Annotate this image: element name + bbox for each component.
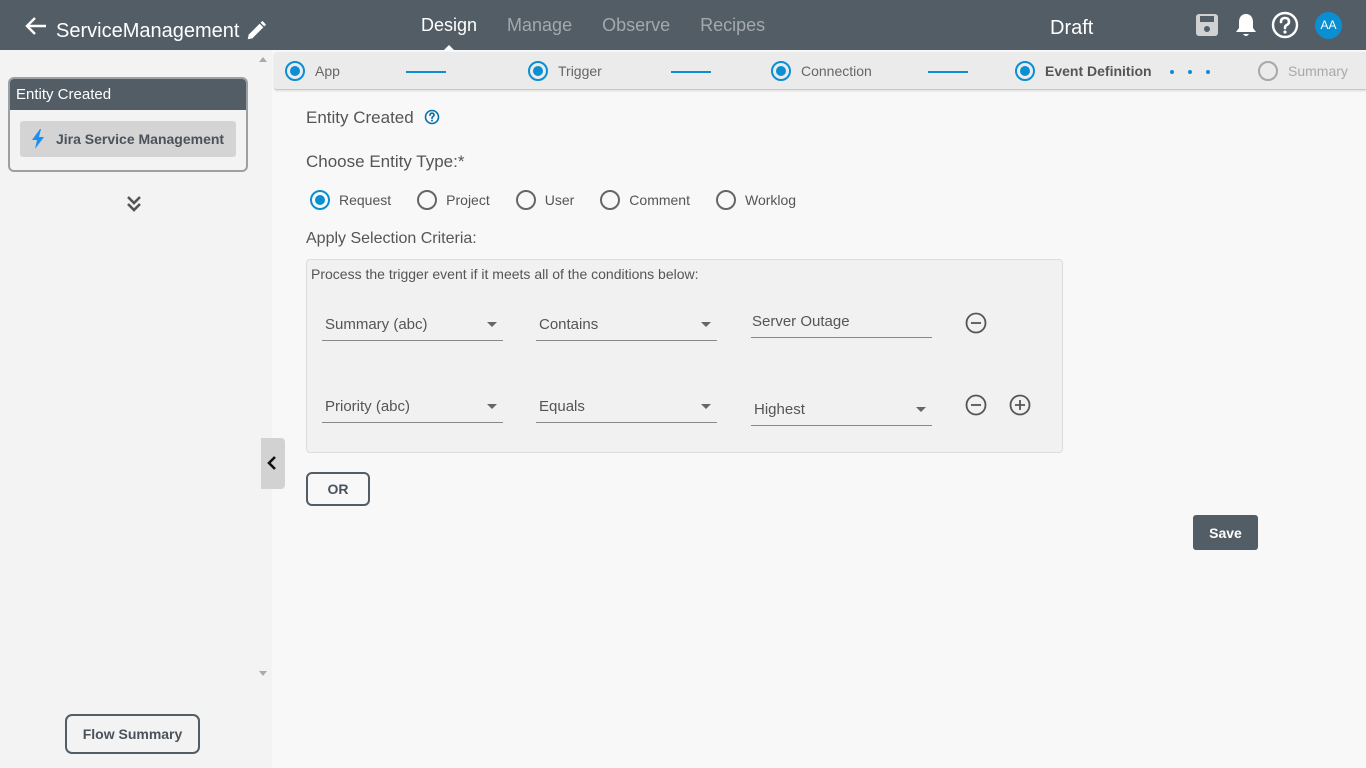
radio-request[interactable]: Request xyxy=(310,190,391,210)
condition-operator-select[interactable]: Contains xyxy=(536,309,717,341)
select-value: Priority (abc) xyxy=(325,398,411,415)
node-app-chip[interactable]: Jira Service Management xyxy=(20,121,236,157)
caret-down-icon xyxy=(487,322,497,327)
wizard-stepper: App Trigger Connection Event Definition … xyxy=(274,52,1366,90)
conditions-description: Process the trigger event if it meets al… xyxy=(311,266,699,282)
radio-worklog[interactable]: Worklog xyxy=(715,190,797,210)
node-app-name: Jira Service Management xyxy=(56,131,225,147)
jira-bolt-icon xyxy=(32,129,44,149)
help-icon[interactable] xyxy=(424,109,440,125)
nav-observe[interactable]: Observe xyxy=(602,0,670,50)
top-bar: ServiceManagement Design Manage Observe … xyxy=(0,0,1366,50)
radio-unselected-icon[interactable] xyxy=(715,190,736,210)
remove-condition-icon[interactable] xyxy=(965,312,987,334)
flow-summary-button[interactable]: Flow Summary xyxy=(65,714,200,754)
radio-label: Request xyxy=(339,192,392,208)
caret-down-icon xyxy=(701,322,711,327)
select-value: Equals xyxy=(539,398,585,415)
step-done-icon xyxy=(771,61,791,81)
nav-design[interactable]: Design xyxy=(421,0,477,50)
section-title: Entity Created xyxy=(306,108,414,127)
select-value: Summary (abc) xyxy=(325,316,428,333)
step-label: Trigger xyxy=(558,63,602,79)
radio-unselected-icon[interactable] xyxy=(417,190,438,210)
condition-value-input[interactable] xyxy=(751,306,932,338)
save-icon[interactable] xyxy=(1194,12,1220,38)
radio-label: Project xyxy=(446,192,490,208)
user-avatar[interactable]: AA xyxy=(1315,12,1342,39)
add-or-group-button[interactable]: OR xyxy=(306,472,370,506)
step-summary[interactable]: Summary xyxy=(1258,52,1348,90)
step-label: Summary xyxy=(1288,63,1348,79)
radio-unselected-icon[interactable] xyxy=(515,190,536,210)
sidebar: Entity Created Jira Service Management F… xyxy=(0,50,255,768)
step-connector-dotted xyxy=(1170,70,1224,74)
scroll-down-arrow-icon[interactable] xyxy=(259,671,267,676)
radio-unselected-icon[interactable] xyxy=(600,190,621,210)
step-done-icon xyxy=(285,61,305,81)
select-value: Highest xyxy=(754,401,805,418)
step-label: Event Definition xyxy=(1045,63,1152,79)
nav-manage[interactable]: Manage xyxy=(507,0,572,50)
app-title: ServiceManagement xyxy=(56,20,240,42)
caret-down-icon xyxy=(487,404,497,409)
nav-recipes[interactable]: Recipes xyxy=(700,0,765,50)
add-condition-icon[interactable] xyxy=(1009,394,1031,416)
flow-node-card[interactable]: Entity Created Jira Service Management xyxy=(8,77,248,172)
condition-field-select[interactable]: Summary (abc) xyxy=(322,309,503,341)
condition-field-select[interactable]: Priority (abc) xyxy=(322,391,503,423)
back-arrow-icon[interactable] xyxy=(24,15,48,37)
step-pending-icon xyxy=(1258,61,1278,81)
pencil-icon[interactable] xyxy=(245,20,267,42)
step-label: App xyxy=(315,63,340,79)
step-connection[interactable]: Connection xyxy=(771,52,872,90)
conditions-box: Process the trigger event if it meets al… xyxy=(306,259,1063,453)
bell-icon[interactable] xyxy=(1233,12,1259,38)
radio-project[interactable]: Project xyxy=(417,190,490,210)
radio-comment[interactable]: Comment xyxy=(600,190,690,210)
sidebar-bottom-filler xyxy=(255,680,272,768)
entity-type-label: Choose Entity Type:* xyxy=(306,152,465,171)
radio-label: Comment xyxy=(629,192,690,208)
remove-condition-icon[interactable] xyxy=(965,394,987,416)
help-icon[interactable] xyxy=(1271,11,1299,39)
caret-down-icon xyxy=(701,404,711,409)
step-event-definition[interactable]: Event Definition xyxy=(1015,52,1152,90)
main-nav: Design Manage Observe Recipes xyxy=(421,0,795,50)
node-title: Entity Created xyxy=(10,79,246,110)
save-button[interactable]: Save xyxy=(1193,515,1258,550)
step-connector xyxy=(406,71,446,73)
radio-selected-icon[interactable] xyxy=(310,190,330,210)
step-current-icon xyxy=(1015,61,1035,81)
caret-down-icon xyxy=(916,407,926,412)
radio-label: Worklog xyxy=(744,192,797,208)
radio-user[interactable]: User xyxy=(515,190,575,210)
chevron-left-icon xyxy=(267,456,276,470)
selection-criteria-label: Apply Selection Criteria: xyxy=(306,230,477,247)
collapse-sidebar-button[interactable] xyxy=(261,438,285,489)
sidebar-scrollbar[interactable] xyxy=(255,50,272,680)
select-value: Contains xyxy=(539,316,599,333)
condition-value-select[interactable]: Highest xyxy=(751,394,932,426)
step-connector xyxy=(928,71,968,73)
step-connector xyxy=(671,71,711,73)
condition-operator-select[interactable]: Equals xyxy=(536,391,717,423)
step-label: Connection xyxy=(801,63,872,79)
step-trigger[interactable]: Trigger xyxy=(528,52,602,90)
scroll-up-arrow-icon[interactable] xyxy=(259,57,267,62)
entity-type-radio-group: Request Project User Comment Worklog xyxy=(310,190,822,210)
step-app[interactable]: App xyxy=(285,52,340,90)
chevron-double-down-icon[interactable] xyxy=(126,195,142,213)
step-done-icon xyxy=(528,61,548,81)
radio-label: User xyxy=(544,192,575,208)
flow-status: Draft xyxy=(1050,17,1094,39)
